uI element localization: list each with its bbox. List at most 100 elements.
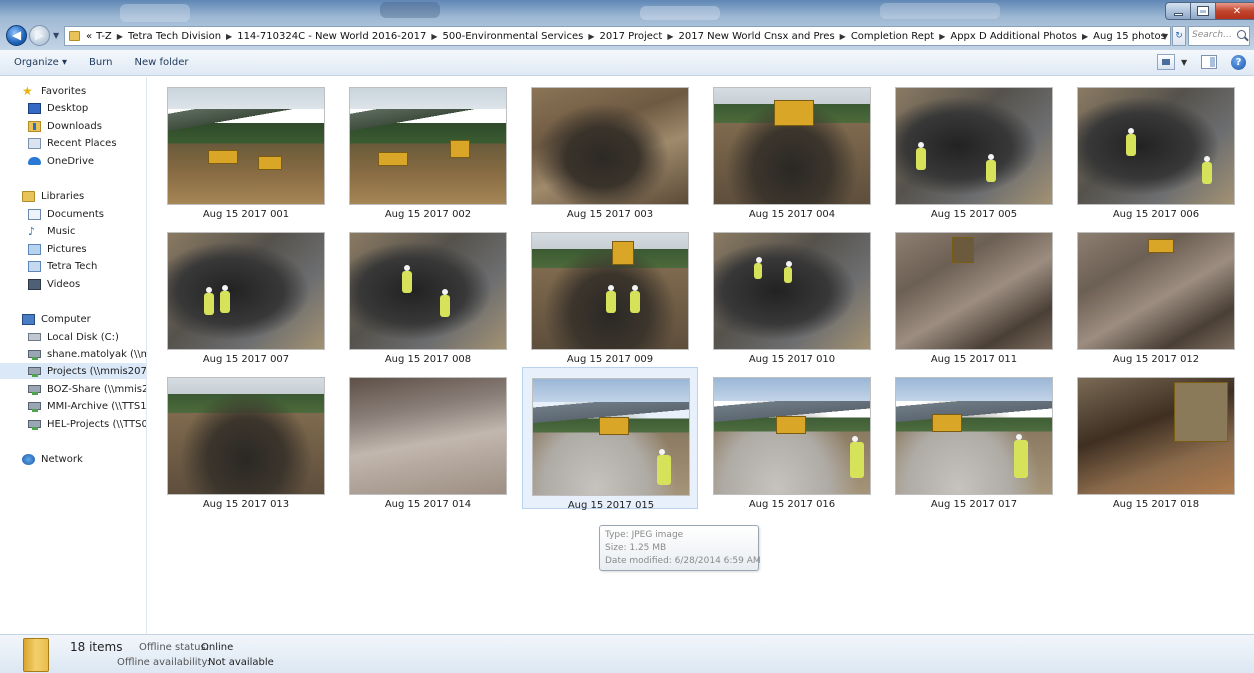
forward-button[interactable]: ▶	[29, 25, 50, 46]
file-thumbnail[interactable]: Aug 15 2017 006	[1068, 77, 1244, 220]
file-thumbnail[interactable]: Aug 15 2017 014	[340, 367, 516, 510]
photo-thumbnail-image	[167, 87, 325, 205]
nav-label: Documents	[47, 208, 105, 220]
search-icon[interactable]	[1237, 30, 1246, 39]
nav-onedrive[interactable]: OneDrive	[0, 153, 146, 169]
file-thumbnail[interactable]: Aug 15 2017 017	[886, 367, 1062, 510]
machine-figure	[258, 156, 282, 170]
breadcrumb-overflow[interactable]: «	[84, 31, 94, 42]
close-button[interactable]: ✕	[1216, 2, 1254, 20]
file-thumbnail[interactable]: Aug 15 2017 010	[704, 222, 880, 365]
photo-thumbnail-image	[713, 232, 871, 350]
network-drive-icon	[28, 420, 41, 430]
navigation-pane: ★ Favorites Desktop Downloads Recent Pla…	[0, 77, 147, 634]
nav-tetra-tech[interactable]: Tetra Tech	[0, 258, 146, 274]
file-thumbnail[interactable]: Aug 15 2017 011	[886, 222, 1062, 365]
network-icon	[22, 453, 35, 465]
offline-availability-label: Offline availability:	[117, 657, 211, 668]
view-options-dropdown[interactable]: ▼	[1181, 58, 1189, 67]
file-thumbnail[interactable]: Aug 15 2017 009	[522, 222, 698, 365]
nav-label: HEL-Projects (\\TTS030	[47, 418, 146, 430]
breadcrumb-chevron-icon[interactable]: ▶	[428, 32, 440, 41]
machine-figure	[208, 150, 238, 164]
breadcrumb-item-current[interactable]: Aug 15 photos	[1091, 31, 1168, 42]
file-thumbnail[interactable]: Aug 15 2017 003	[522, 77, 698, 220]
worker-figure	[754, 257, 762, 279]
change-view-button[interactable]	[1157, 54, 1175, 70]
file-thumbnail[interactable]: Aug 15 2017 004	[704, 77, 880, 220]
nav-drive-projects[interactable]: Projects (\\mmis207fs1.	[0, 363, 146, 379]
burn-button[interactable]: Burn	[89, 57, 112, 68]
nav-label: OneDrive	[47, 155, 95, 167]
nav-videos[interactable]: Videos	[0, 276, 146, 292]
new-folder-button[interactable]: New folder	[134, 57, 188, 68]
nav-drive-hel[interactable]: HEL-Projects (\\TTS030	[0, 416, 146, 432]
breadcrumb-item[interactable]: T-Z	[94, 31, 114, 42]
address-dropdown-icon[interactable]: ▼	[1162, 27, 1168, 45]
file-name: Aug 15 2017 012	[1112, 354, 1200, 365]
breadcrumb-item[interactable]: 114-710324C - New World 2016-2017	[235, 31, 428, 42]
file-thumbnail[interactable]: Aug 15 2017 005	[886, 77, 1062, 220]
nav-favorites[interactable]: ★ Favorites	[0, 83, 146, 99]
breadcrumb-item[interactable]: 2017 Project	[597, 31, 664, 42]
refresh-button[interactable]: ↻	[1172, 26, 1186, 46]
file-thumbnail[interactable]: Aug 15 2017 002	[340, 77, 516, 220]
nav-drive-mmi[interactable]: MMI-Archive (\\TTS153	[0, 398, 146, 414]
photo-thumbnail-image	[1077, 232, 1235, 350]
breadcrumb-item[interactable]: 2017 New World Cnsx and Pres	[676, 31, 836, 42]
forward-arrow-icon: ▶	[34, 28, 45, 42]
nav-label: Videos	[47, 278, 81, 290]
file-thumbnail-selected[interactable]: Aug 15 2017 015	[522, 367, 698, 511]
organize-button[interactable]: Organize ▾	[14, 57, 67, 68]
file-thumbnail[interactable]: Aug 15 2017 012	[1068, 222, 1244, 365]
breadcrumb-item[interactable]: Appx D Additional Photos	[948, 31, 1079, 42]
file-thumbnail[interactable]: Aug 15 2017 001	[158, 77, 334, 220]
nav-computer[interactable]: Computer	[0, 311, 146, 327]
file-thumbnail[interactable]: Aug 15 2017 007	[158, 222, 334, 365]
breadcrumb-chevron-icon[interactable]: ▶	[1079, 32, 1091, 41]
excavator-figure	[599, 417, 629, 435]
nav-network[interactable]: Network	[0, 451, 146, 467]
toolbar-right: ▼ ?	[1157, 54, 1246, 70]
help-icon[interactable]: ?	[1231, 54, 1246, 70]
nav-music[interactable]: ♪ Music	[0, 223, 146, 239]
breadcrumb-chevron-icon[interactable]: ▶	[223, 32, 235, 41]
breadcrumb-chevron-icon[interactable]: ▶	[585, 32, 597, 41]
nav-documents[interactable]: Documents	[0, 206, 146, 222]
worker-figure	[1014, 434, 1028, 478]
nav-pictures[interactable]: Pictures	[0, 241, 146, 257]
file-thumbnail[interactable]: Aug 15 2017 013	[158, 367, 334, 510]
breadcrumb-item[interactable]: 500-Environmental Services	[441, 31, 586, 42]
nav-local-disk[interactable]: Local Disk (C:)	[0, 329, 146, 345]
breadcrumb-item[interactable]: Completion Rept	[849, 31, 936, 42]
worker-figure	[1126, 128, 1136, 156]
breadcrumb-chevron-icon[interactable]: ▶	[936, 32, 948, 41]
documents-icon	[28, 208, 41, 220]
breadcrumb-chevron-icon[interactable]: ▶	[664, 32, 676, 41]
nav-recent-places[interactable]: Recent Places	[0, 135, 146, 151]
back-button[interactable]: ◀	[6, 25, 27, 46]
breadcrumb-chevron-icon[interactable]: ▶	[837, 32, 849, 41]
breadcrumb-chevron-icon[interactable]: ▶	[114, 32, 126, 41]
offline-status-label: Offline status:	[139, 642, 210, 653]
file-thumbnail[interactable]: Aug 15 2017 018	[1068, 367, 1244, 510]
nav-label: Recent Places	[47, 137, 117, 149]
file-thumbnail[interactable]: Aug 15 2017 016	[704, 367, 880, 510]
worker-figure	[606, 285, 616, 313]
file-name: Aug 15 2017 009	[566, 354, 654, 365]
nav-drive-boz[interactable]: BOZ-Share (\\mmis207	[0, 381, 146, 397]
machine-figure	[378, 152, 408, 166]
file-name: Aug 15 2017 018	[1112, 499, 1200, 510]
search-input[interactable]: Search...	[1188, 26, 1250, 46]
file-thumbnail[interactable]: Aug 15 2017 008	[340, 222, 516, 365]
maximize-button[interactable]	[1191, 2, 1216, 20]
nav-desktop[interactable]: Desktop	[0, 100, 146, 116]
nav-libraries[interactable]: Libraries	[0, 188, 146, 204]
breadcrumb-item[interactable]: Tetra Tech Division	[126, 31, 223, 42]
preview-pane-button[interactable]	[1201, 55, 1217, 69]
nav-drive-shane[interactable]: shane.matolyak (\\mmis	[0, 346, 146, 362]
nav-downloads[interactable]: Downloads	[0, 118, 146, 134]
recent-pages-dropdown[interactable]: ▼	[53, 31, 62, 40]
address-bar[interactable]: « T-Z ▶ Tetra Tech Division ▶ 114-710324…	[64, 26, 1171, 46]
minimize-button[interactable]	[1165, 2, 1191, 20]
